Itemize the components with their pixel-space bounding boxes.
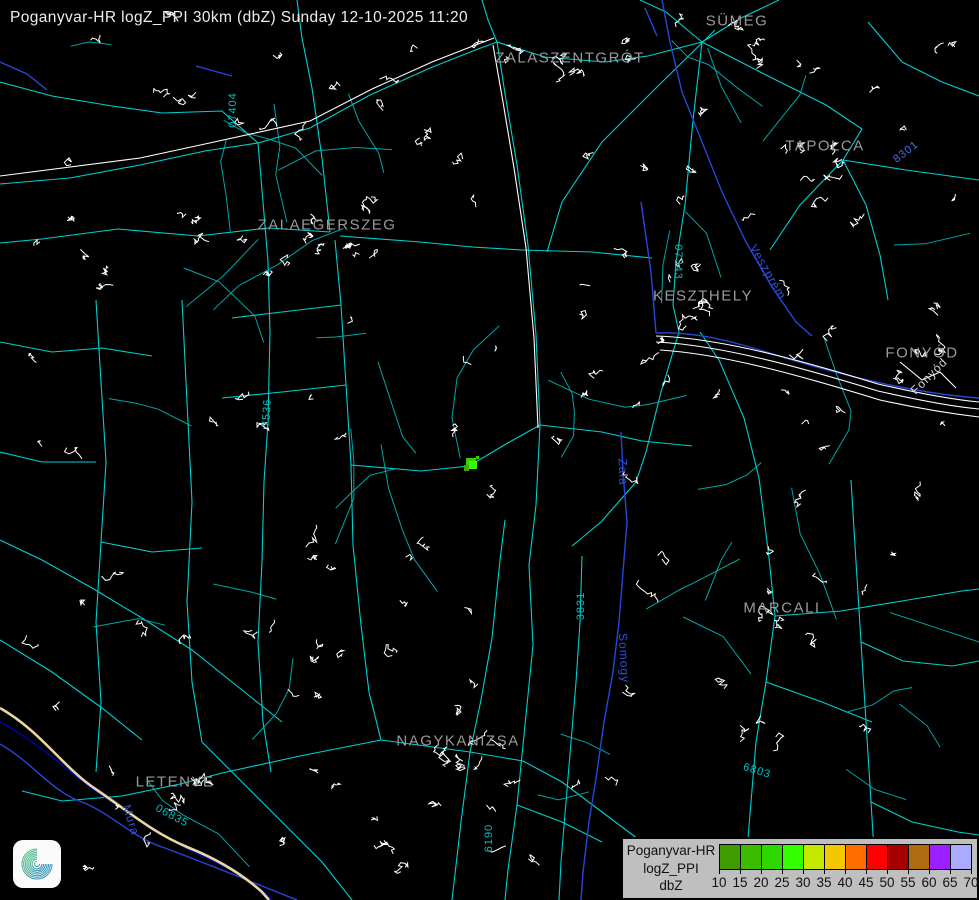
legend-tick-mark	[971, 869, 972, 874]
legend-tick-label: 45	[858, 875, 873, 890]
legend-color-cell	[720, 845, 741, 869]
settlement-outlines-layer	[22, 12, 956, 874]
legend-color-cell	[909, 845, 930, 869]
met-logo	[13, 840, 61, 888]
legend-tick-label: 40	[837, 875, 852, 890]
legend-color-cell	[930, 845, 951, 869]
legend-colorbar: 10152025303540455055606570	[719, 839, 977, 898]
legend-tick-label: 20	[753, 875, 768, 890]
legend-station: Poganyvar-HR	[627, 842, 716, 860]
legend-color-cells	[719, 844, 972, 870]
legend-tick-labels: 10152025303540455055606570	[719, 869, 973, 897]
legend-tick-mark	[950, 869, 951, 874]
legend-color-cell	[783, 845, 804, 869]
legend-color-cell	[951, 845, 971, 869]
dbz-legend: Poganyvar-HR logZ_PPI dbZ 10 15 20 25 30 35 40…	[621, 837, 979, 900]
legend-tick-label: 25	[774, 875, 789, 890]
legend-color-cell	[825, 845, 846, 869]
radar-map	[0, 0, 979, 900]
legend-product: logZ_PPI	[643, 860, 699, 878]
legend-tick-mark	[719, 869, 720, 874]
legend-tick-mark	[929, 869, 930, 874]
rivers-borders-layer	[0, 0, 979, 900]
legend-tick-label: 55	[900, 875, 915, 890]
legend-caption: Poganyvar-HR logZ_PPI dbZ	[623, 839, 719, 898]
legend-color-cell	[804, 845, 825, 869]
settlements-railways-layer	[0, 38, 979, 428]
legend-tick-mark	[803, 869, 804, 874]
legend-tick-mark	[908, 869, 909, 874]
legend-tick-label: 65	[942, 875, 957, 890]
legend-tick-label: 50	[879, 875, 894, 890]
legend-tick-label: 15	[732, 875, 747, 890]
radar-viewer: SÜMEGZALASZENTGRÓTTAPOLCAZALAEGERSZEGKES…	[0, 0, 979, 900]
legend-tick-mark	[866, 869, 867, 874]
legend-tick-mark	[887, 869, 888, 874]
legend-color-cell	[846, 845, 867, 869]
legend-color-cell	[741, 845, 762, 869]
legend-color-cell	[888, 845, 909, 869]
roads-layer	[0, 0, 979, 900]
legend-tick-mark	[824, 869, 825, 874]
legend-tick-mark	[845, 869, 846, 874]
legend-tick-label: 30	[795, 875, 810, 890]
legend-tick-mark	[761, 869, 762, 874]
legend-tick-label: 70	[963, 875, 978, 890]
legend-color-cell	[867, 845, 888, 869]
product-title: Poganyvar-HR logZ_PPI 30km (dbZ) Sunday …	[10, 9, 468, 27]
minor-roads-layer	[71, 41, 979, 867]
spiral-vortex-icon	[17, 844, 57, 884]
legend-tick-label: 60	[921, 875, 936, 890]
legend-unit: dbZ	[659, 877, 682, 895]
legend-tick-label: 35	[816, 875, 831, 890]
legend-tick-label: 10	[711, 875, 726, 890]
precip-echo	[464, 456, 479, 471]
legend-color-cell	[762, 845, 783, 869]
legend-tick-mark	[782, 869, 783, 874]
legend-tick-mark	[740, 869, 741, 874]
